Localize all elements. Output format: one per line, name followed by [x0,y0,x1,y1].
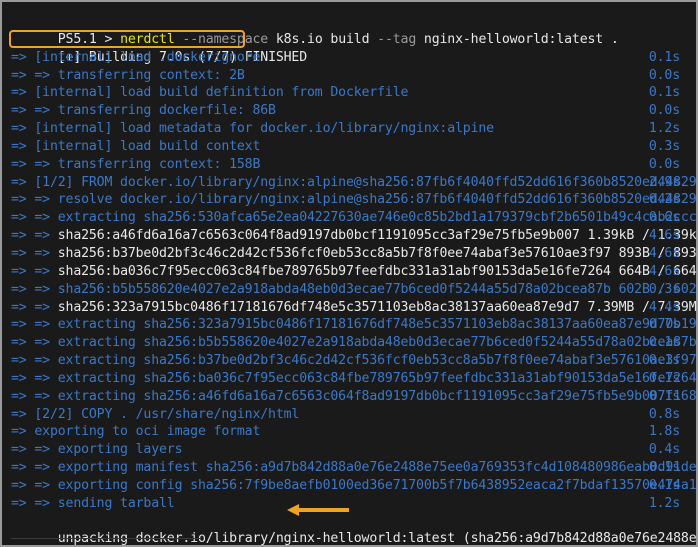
build-step-text: => => resolve docker.io/library/nginx:al… [11,192,698,208]
build-step-line: => => sha256:ba036c7f95ecc063c84fbe78976… [2,263,696,281]
build-step-line: => => exporting config sha256:7f9be8aefb… [2,477,696,495]
build-step-line: => => extracting sha256:a46fd6a16a7c6563… [2,388,696,406]
build-step-duration: 0.4s [648,442,680,458]
build-step-text: => => extracting sha256:ba036c7f95ecc063… [11,370,697,386]
arrow-shaft [297,508,349,512]
build-step-line: => => exporting manifest sha256:a9d7b842… [2,459,696,477]
build-step-duration: 0.1s [648,335,680,351]
build-step-arrow: => => [11,263,58,279]
build-step-line: => => sha256:323a7915bc0486f17181676df74… [2,299,696,317]
build-step-duration: 0.0s [648,103,680,119]
build-step-text: sha256:a46fd6a16a7c6563c064f8ad9197db0bc… [57,228,698,244]
build-status-highlight-box [9,30,245,49]
build-step-text: => => extracting sha256:b37be0d2bf3c46c2… [11,353,697,369]
build-step-line: => [internal] load build context 0.3s [2,138,696,156]
build-step-text: => => sending tarball [11,495,175,511]
build-step-duration: 0.1s [648,477,680,493]
build-step-line: => => sha256:b37be0d2bf3c46c2d42cf536fcf… [2,245,696,263]
build-step-text: => => extracting sha256:530afca65e2ea042… [11,210,697,226]
build-step-duration: 0.2s [648,192,680,208]
build-step-duration: 1.2s [648,495,680,511]
build-step-text: => => exporting manifest sha256:a9d7b842… [11,460,698,476]
build-step-duration: 4.6s [648,228,680,244]
build-step-duration: 1.8s [648,424,680,440]
build-step-text: => => transferring context: 2B [11,67,245,83]
build-step-duration: 0.1s [648,370,680,386]
build-step-list: => [internal] load .dockerignore 0.1s => =… [2,49,696,513]
build-step-duration: 0.7s [648,317,680,333]
unpacking-line-1: unpacking docker.io/library/nginx-hellow… [58,531,697,547]
build-step-line: => [internal] load metadata for docker.i… [2,120,696,138]
build-step-text: => [internal] load .dockerignore [11,49,261,65]
annotation-arrow-icon [287,504,349,516]
build-step-text: => => extracting sha256:a46fd6a16a7c6563… [11,388,697,404]
build-step-duration: 2.9s [648,174,680,190]
build-step-duration: 0.1s [648,353,680,369]
build-step-line: => => transferring context: 158B 0.0s [2,156,696,174]
build-step-line: => => sending tarball 1.2s [2,495,696,513]
build-step-text: => [internal] load build context [11,138,261,154]
terminal-screen[interactable]: PS5.1 > nerdctl --namespace k8s.io build… [2,2,696,545]
build-step-text: => [internal] load metadata for docker.i… [11,121,494,137]
build-step-duration: 0.0s [648,156,680,172]
build-step-line: => => sha256:a46fd6a16a7c6563c064f8ad919… [2,227,696,245]
build-step-duration: 0.8s [648,406,680,422]
build-step-duration: 0.3s [648,281,680,297]
build-step-duration: 4.6s [648,245,680,261]
build-step-duration: 4.4s [648,299,680,315]
build-step-line: => exporting to oci image format 1.8s [2,423,696,441]
build-step-arrow: => => [11,299,58,315]
build-step-line: => => extracting sha256:323a7915bc0486f1… [2,316,696,334]
build-step-text: sha256:ba036c7f95ecc063c84fbe789765b97fe… [57,263,698,279]
build-step-duration: 1.2s [648,121,680,137]
terminal-window[interactable]: PS5.1 > nerdctl --namespace k8s.io build… [0,0,698,547]
build-step-line: => [internal] load build definition from… [2,84,696,102]
build-step-duration: 0.6s [648,210,680,226]
build-step-text: sha256:323a7915bc0486f17181676df748e5c35… [57,299,698,315]
build-step-line: => => extracting sha256:ba036c7f95ecc063… [2,370,696,388]
build-step-text: => => transferring dockerfile: 86B [11,103,276,119]
bottom-divider [11,538,201,539]
build-step-line: => => extracting sha256:b5b558620e4027e2… [2,334,696,352]
build-step-duration: 0.3s [648,138,680,154]
build-step-text: sha256:b37be0d2bf3c46c2d42cf536fcf0eb53c… [57,245,698,261]
build-step-duration: 0.0s [648,67,680,83]
build-step-arrow: => => [11,228,58,244]
build-step-line: => => extracting sha256:530afca65e2ea042… [2,209,696,227]
build-step-text: => [internal] load build definition from… [11,85,409,101]
build-step-duration: 0.1s [648,388,680,404]
build-step-duration: 0.1s [648,49,680,65]
build-step-text: => => exporting config sha256:7f9be8aefb… [11,477,698,493]
build-step-text: => => transferring context: 158B [11,156,261,172]
build-step-arrow: => => [11,245,58,261]
build-step-text: => => extracting sha256:323a7915bc0486f1… [11,317,697,333]
build-step-line: => [2/2] COPY . /usr/share/nginx/html 0.8… [2,406,696,424]
build-step-text: => exporting to oci image format [11,424,261,440]
build-step-line: => => extracting sha256:b37be0d2bf3c46c2… [2,352,696,370]
build-step-duration: 0.1s [648,85,680,101]
build-step-line: => => sha256:b5b558620e4027e2a918abda48e… [2,281,696,299]
build-step-line: => => exporting layers 0.4s [2,441,696,459]
build-step-text: => => sha256:b5b558620e4027e2a918abda48e… [11,281,698,297]
build-step-line: => => resolve docker.io/library/nginx:al… [2,191,696,209]
build-status-line: [+] Building 7.0s (7/7) FINISHED [2,30,696,65]
build-step-line: => => transferring dockerfile: 86B 0.0s [2,102,696,120]
build-step-text: => [1/2] FROM docker.io/library/nginx:al… [11,174,698,190]
build-step-line: => => transferring context: 2B 0.0s [2,67,696,85]
build-step-line: => [internal] load .dockerignore 0.1s [2,49,696,67]
command-line: PS5.1 > nerdctl --namespace k8s.io build… [2,13,696,47]
build-step-line: => [1/2] FROM docker.io/library/nginx:al… [2,174,696,192]
build-step-text: => => exporting layers [11,442,183,458]
build-step-duration: 4.6s [648,263,680,279]
build-step-text: => => extracting sha256:b5b558620e4027e2… [11,335,697,351]
build-step-duration: 0.1s [648,460,680,476]
build-step-text: => [2/2] COPY . /usr/share/nginx/html [11,406,300,422]
